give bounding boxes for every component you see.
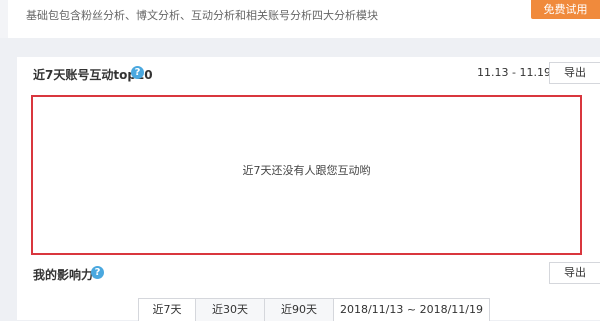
question-icon[interactable]: ? (91, 266, 104, 279)
tab-30-days[interactable]: 近30天 (196, 299, 265, 321)
package-description: 基础包包含粉丝分析、博文分析、互动分析和相关账号分析四大分析模块 (26, 9, 378, 22)
top-banner: 基础包包含粉丝分析、博文分析、互动分析和相关账号分析四大分析模块 免费试用 (0, 0, 600, 38)
tab-90-days[interactable]: 近90天 (265, 299, 334, 321)
influence-panel: 我的影响力 ? 导出 近7天 近30天 近90天 2018/11/13 ~ 20… (17, 258, 600, 321)
period-tabs: 近7天 近30天 近90天 2018/11/13 ~ 2018/11/19 (138, 298, 490, 321)
empty-message: 近7天还没有人跟您互动哟 (242, 164, 371, 177)
panel-title: 我的影响力 (33, 268, 94, 282)
interaction-top10-panel: 近7天账号互动top10 ? 11.13 - 11.19 导出 近7天还没有人跟… (17, 57, 600, 258)
left-strip (0, 0, 8, 38)
empty-state-box: 近7天还没有人跟您互动哟 (31, 95, 582, 255)
export-button[interactable]: 导出 (549, 62, 600, 84)
export-button[interactable]: 导出 (549, 262, 600, 284)
tab-7-days[interactable]: 近7天 (139, 299, 196, 321)
date-range: 11.13 - 11.19 (477, 66, 551, 79)
question-icon[interactable]: ? (131, 66, 144, 79)
tab-custom-range[interactable]: 2018/11/13 ~ 2018/11/19 (334, 299, 489, 321)
free-trial-button[interactable]: 免费试用 (531, 0, 600, 19)
